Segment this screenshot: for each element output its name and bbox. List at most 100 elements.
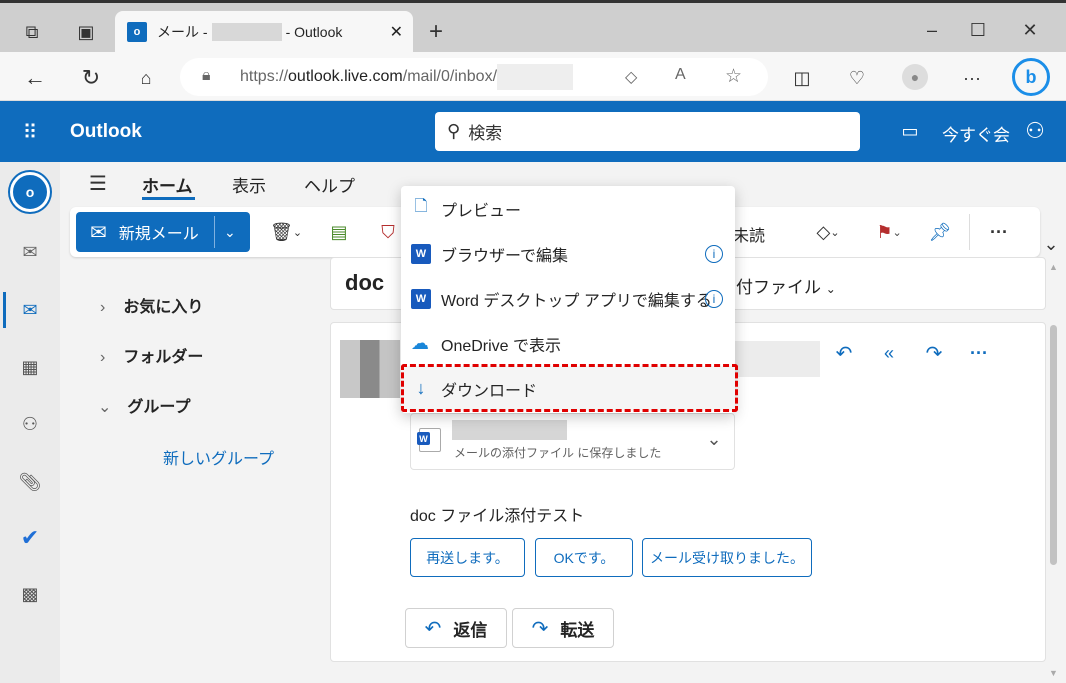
home-icon[interactable]: ⌂ xyxy=(133,66,159,90)
app-launcher-icon[interactable]: ⠿ xyxy=(18,120,42,144)
search-placeholder: 検索 xyxy=(468,124,503,143)
word-icon: W xyxy=(411,288,431,309)
active-indicator xyxy=(3,292,6,328)
scrollbar-thumb[interactable] xyxy=(1050,325,1057,565)
info-icon[interactable]: i xyxy=(705,289,723,308)
workspaces-icon[interactable]: ⧉ xyxy=(20,20,44,44)
report-icon[interactable]: ⛉ xyxy=(376,220,400,244)
profile-icon[interactable]: ● xyxy=(902,64,928,90)
new-tab-icon[interactable]: + xyxy=(424,18,448,45)
tab-help[interactable]: ヘルプ xyxy=(304,172,355,197)
chevron-down-icon[interactable]: ⌄ xyxy=(224,224,236,241)
menu-item-edit-in-browser[interactable]: W ブラウザーで編集 i xyxy=(401,231,735,276)
quick-reply-button[interactable]: OKです。 xyxy=(535,538,633,577)
tag-icon[interactable]: ◇ ⌄ xyxy=(806,220,850,244)
active-tab-underline xyxy=(142,197,195,200)
more-actions-icon[interactable]: ··· xyxy=(987,220,1011,244)
window-close-icon[interactable]: ✕ xyxy=(1018,18,1042,42)
attachment-status: メールの添付ファイル に保存しました xyxy=(454,446,662,460)
url-host: outlook.live.com xyxy=(288,68,403,85)
split-screen-icon[interactable]: ◫ xyxy=(790,66,814,90)
folder-folders[interactable]: › フォルダー xyxy=(100,343,203,367)
redacted xyxy=(497,64,574,90)
close-tab-icon[interactable]: ✕ xyxy=(390,22,403,42)
envelope-icon: ✉ xyxy=(90,221,107,244)
browser-tab-active[interactable]: o メール - - Outlook ✕ xyxy=(115,11,413,52)
reply-icon: ↶ xyxy=(424,617,442,640)
attachment-chevron-icon[interactable]: ⌄ xyxy=(703,428,725,450)
forward-icon[interactable]: ↷ xyxy=(922,342,946,365)
favorite-star-icon[interactable]: ☆ xyxy=(725,65,742,88)
account-icon[interactable]: ⚇ xyxy=(1022,118,1048,144)
message-body: doc ファイル添付テスト xyxy=(410,508,585,525)
url-bar[interactable]: 🔒︎ https://outlook.live.com/mail/0/inbox… xyxy=(180,58,768,96)
subject-attachment-label[interactable]: 付ファイル ⌄ xyxy=(736,273,836,298)
calendar-icon[interactable]: ▦ xyxy=(18,355,42,379)
pin-icon[interactable]: 📌︎ xyxy=(928,220,952,244)
reply-icon[interactable]: ↶ xyxy=(832,342,856,365)
folder-groups[interactable]: ⌄ グループ xyxy=(98,393,190,417)
flag-icon[interactable]: ⚑ ⌄ xyxy=(866,220,912,244)
more-message-actions-icon[interactable]: ··· xyxy=(967,342,991,364)
meet-now-button[interactable]: 今すぐ会 xyxy=(942,121,1010,146)
maximize-icon[interactable]: ☐ xyxy=(966,18,990,42)
outlook-favicon-icon: o xyxy=(127,21,147,42)
menu-item-preview[interactable]: 🗋︎ プレビュー xyxy=(401,186,735,231)
tab-title-prefix: メール - xyxy=(157,23,208,40)
tab-home[interactable]: ホーム xyxy=(142,172,193,197)
bing-copilot-icon[interactable]: b xyxy=(1012,58,1050,96)
new-group-link[interactable]: 新しいグループ xyxy=(163,445,274,469)
attachment-icon[interactable]: 📎︎ xyxy=(18,470,42,494)
search-input[interactable]: ⚲ 検索 xyxy=(435,112,860,151)
read-aloud-icon[interactable]: A xyxy=(675,66,686,84)
word-icon: W xyxy=(411,243,431,264)
more-apps-icon[interactable]: ▩ xyxy=(18,582,42,606)
delete-icon[interactable]: 🗑︎ ⌄ xyxy=(266,220,306,244)
scroll-up-icon[interactable]: ▲ xyxy=(1049,262,1058,272)
mail-icon[interactable]: ✉ xyxy=(18,298,42,322)
app-name[interactable]: Outlook xyxy=(70,121,142,143)
video-camera-icon[interactable]: ▭ xyxy=(898,120,922,142)
new-mail-button[interactable]: ✉ 新規メール ⌄ xyxy=(76,212,250,252)
refresh-icon[interactable]: ↻ xyxy=(78,65,104,90)
preview-icon: 🗋︎ xyxy=(414,198,428,215)
hamburger-menu-icon[interactable]: ☰ xyxy=(87,172,109,195)
new-mail-rail-icon[interactable]: ✉ xyxy=(18,240,42,264)
chevron-right-icon: › xyxy=(100,349,106,366)
search-icon: ⚲ xyxy=(447,121,461,141)
redacted xyxy=(735,341,820,377)
vertical-tabs-icon[interactable]: ▣ xyxy=(74,20,98,44)
menu-item-edit-in-desktop[interactable]: W Word デスクトップ アプリで編集する i xyxy=(401,276,735,321)
word-file-icon: W xyxy=(417,428,441,452)
new-mail-label: 新規メール xyxy=(118,226,199,243)
redacted xyxy=(211,22,282,41)
mark-unread-button[interactable]: 未読 xyxy=(733,222,765,246)
reply-all-icon[interactable]: « xyxy=(876,342,902,364)
redacted-filename xyxy=(452,420,567,440)
quick-reply-button[interactable]: 再送します。 xyxy=(410,538,525,577)
more-icon[interactable]: ··· xyxy=(960,66,984,90)
forward-icon: ↷ xyxy=(531,617,549,640)
forward-button[interactable]: ↷ 転送 xyxy=(512,608,614,648)
url-path: /mail/0/inbox/ xyxy=(402,68,498,85)
minimize-icon[interactable]: – xyxy=(920,18,944,42)
chevron-right-icon: › xyxy=(100,299,106,316)
back-icon[interactable]: ← xyxy=(22,65,48,90)
browser-essentials-icon[interactable]: ♡ xyxy=(845,66,869,90)
lock-icon: 🔒︎ xyxy=(202,67,211,84)
archive-icon[interactable]: ▤ xyxy=(327,220,351,244)
app-available-icon[interactable]: ◇ xyxy=(625,67,637,87)
outlook-app-icon[interactable]: o xyxy=(10,172,50,212)
quick-reply-button[interactable]: メール受け取りました。 xyxy=(642,538,812,577)
tab-title-suffix: - Outlook xyxy=(285,23,343,40)
scroll-down-icon[interactable]: ▼ xyxy=(1049,668,1058,678)
tab-view[interactable]: 表示 xyxy=(232,172,266,197)
menu-item-view-onedrive[interactable]: ☁ OneDrive で表示 xyxy=(401,321,735,366)
info-icon[interactable]: i xyxy=(705,244,723,263)
highlight-box xyxy=(401,364,738,412)
expand-ribbon-icon[interactable]: ⌄ xyxy=(1042,234,1060,254)
people-icon[interactable]: ⚇ xyxy=(18,412,42,436)
reply-button[interactable]: ↶ 返信 xyxy=(405,608,507,648)
todo-icon[interactable]: ✔ xyxy=(18,525,42,550)
folder-favorites[interactable]: › お気に入り xyxy=(100,293,203,317)
